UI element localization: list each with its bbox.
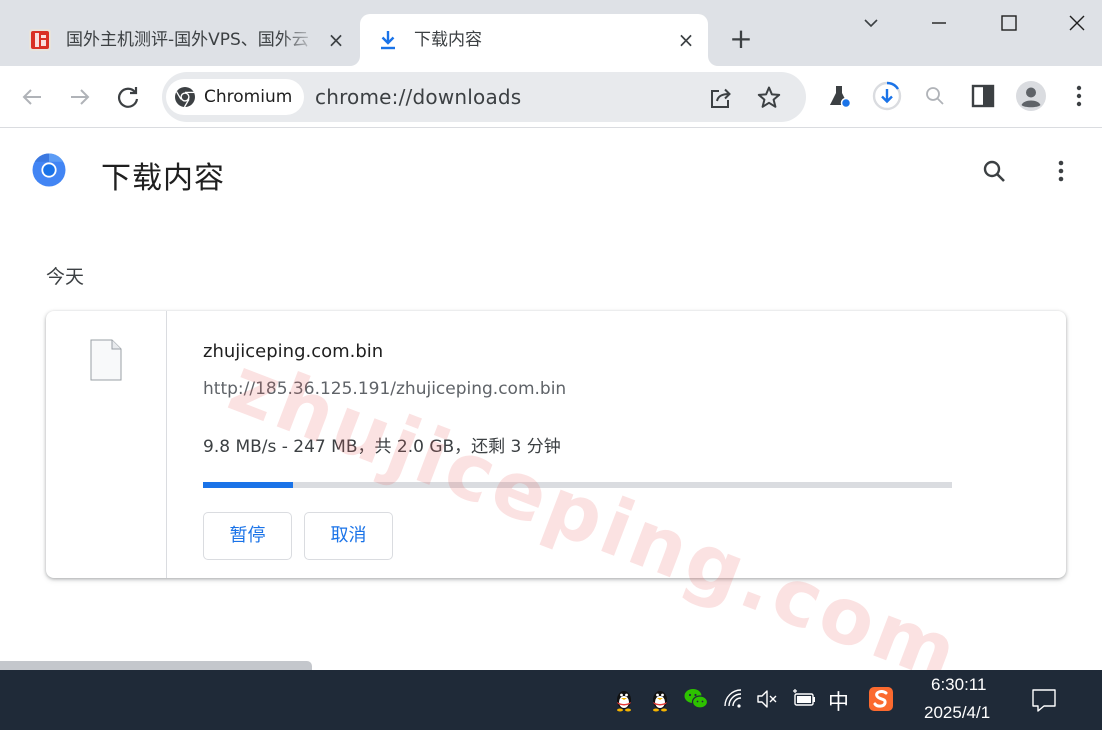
clock-date[interactable]: 2025/4/1 xyxy=(924,703,990,723)
labs-flask-icon[interactable] xyxy=(823,80,855,112)
clock-time[interactable]: 6:30:11 xyxy=(931,675,986,695)
tab-downloads[interactable]: 下载内容 × xyxy=(360,14,708,66)
sogou-input-icon[interactable] xyxy=(868,686,894,712)
file-name-link[interactable]: zhujiceping.com.bin xyxy=(203,341,383,362)
back-arrow-icon[interactable] xyxy=(17,82,47,112)
tab-close-icon[interactable]: × xyxy=(676,30,696,50)
pause-button[interactable]: 暂停 xyxy=(203,512,292,560)
volume-muted-icon[interactable] xyxy=(755,686,781,712)
site-chip-label: Chromium xyxy=(204,87,293,107)
downloads-progress-icon[interactable] xyxy=(871,80,903,112)
profile-avatar-icon[interactable] xyxy=(1015,80,1047,112)
maximize-icon[interactable] xyxy=(994,10,1024,36)
omnibox[interactable]: Chromium chrome://downloads xyxy=(162,72,806,122)
downloads-header: 下载内容 xyxy=(0,129,1102,219)
url-text[interactable]: chrome://downloads xyxy=(315,85,521,109)
download-status-text: 9.8 MB/s - 247 MB，共 2.0 GB，还剩 3 分钟 xyxy=(203,437,561,457)
tab-title: 国外主机测评-国外VPS、国外云 xyxy=(66,30,309,50)
download-item-card: zhujiceping.com.bin http://185.36.125.19… xyxy=(46,311,1066,578)
battery-charging-icon[interactable] xyxy=(791,686,817,712)
toolbar: Chromium chrome://downloads xyxy=(0,66,1102,128)
file-source-url[interactable]: http://185.36.125.191/zhujiceping.com.bi… xyxy=(203,379,566,399)
horizontal-scrollbar[interactable] xyxy=(0,661,312,670)
wifi-icon[interactable] xyxy=(721,686,747,712)
qq-penguin-icon[interactable] xyxy=(611,686,637,712)
bookmark-star-icon[interactable] xyxy=(756,85,782,111)
cancel-button[interactable]: 取消 xyxy=(304,512,393,560)
minimize-icon[interactable] xyxy=(924,10,954,36)
share-icon[interactable] xyxy=(708,85,734,111)
site-info-chip[interactable]: Chromium xyxy=(166,79,305,115)
download-icon xyxy=(381,31,395,50)
tab-title: 下载内容 xyxy=(414,30,482,50)
download-progress-fill xyxy=(203,482,293,488)
notification-center-icon[interactable] xyxy=(1030,686,1058,714)
download-progress-bar xyxy=(203,482,952,488)
chromium-icon xyxy=(175,87,195,108)
site-logo-icon xyxy=(29,29,51,51)
tab-close-icon[interactable]: × xyxy=(326,30,346,50)
search-icon[interactable] xyxy=(980,157,1008,185)
chrome-menu-icon[interactable] xyxy=(1063,80,1095,112)
page-title: 下载内容 xyxy=(101,161,225,196)
qq-penguin-icon[interactable] xyxy=(647,686,673,712)
zoom-search-icon[interactable] xyxy=(919,80,951,112)
tab-zhujiceping[interactable]: 国外主机测评-国外VPS、国外云 × xyxy=(14,14,358,66)
chromium-logo-icon xyxy=(32,153,66,187)
wechat-icon[interactable] xyxy=(683,686,709,712)
reload-icon[interactable] xyxy=(113,82,143,112)
taskbar: 中 6:30:11 2025/4/1 xyxy=(0,670,1102,730)
tab-search-chevron-icon[interactable] xyxy=(856,10,886,36)
close-window-icon[interactable] xyxy=(1062,10,1092,36)
tab-strip: 国外主机测评-国外VPS、国外云 × 下载内容 × + xyxy=(0,0,1102,66)
date-section-label: 今天 xyxy=(46,266,85,288)
side-panel-icon[interactable] xyxy=(967,80,999,112)
forward-arrow-icon[interactable] xyxy=(65,82,95,112)
new-tab-button[interactable]: + xyxy=(727,25,755,54)
card-divider xyxy=(166,311,167,578)
input-method-indicator[interactable]: 中 xyxy=(828,686,849,716)
file-icon xyxy=(90,339,122,381)
more-options-icon[interactable] xyxy=(1047,157,1075,185)
